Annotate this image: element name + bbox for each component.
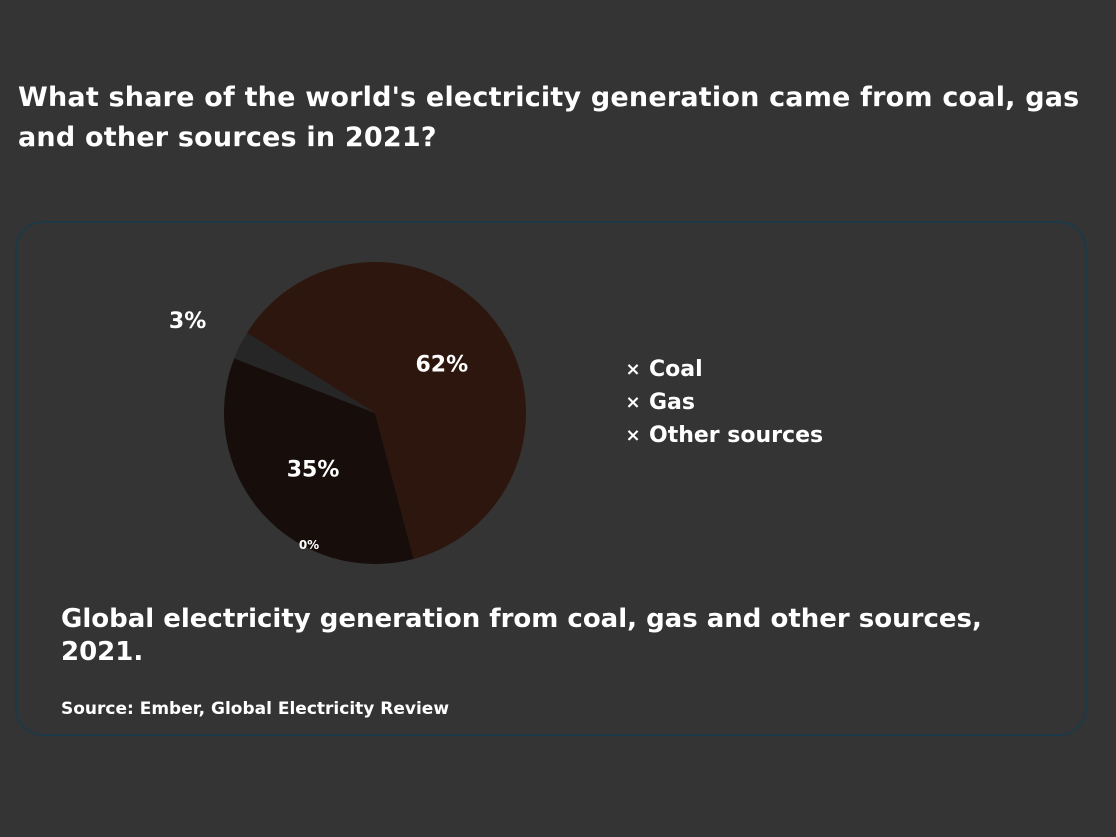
- pie-value-label-coal: 62%: [416, 353, 469, 378]
- chart-card: 62% 35% 3% 0% × Coal × Gas × Other sources …: [15, 221, 1087, 736]
- legend-label: Other sources: [649, 423, 824, 448]
- legend-item-gas: × Gas: [625, 386, 823, 419]
- legend-label: Coal: [649, 357, 703, 382]
- legend-marker-icon: ×: [625, 425, 641, 446]
- chart-caption: Global electricity generation from coal,…: [61, 604, 982, 667]
- legend-item-coal: × Coal: [625, 353, 823, 386]
- chart-source: Source: Ember, Global Electricity Review: [61, 699, 450, 719]
- question-text: What share of the world's electricity ge…: [18, 82, 1080, 153]
- legend-item-other: × Other sources: [625, 419, 823, 452]
- legend-marker-icon: ×: [625, 392, 641, 413]
- legend-marker-icon: ×: [625, 359, 641, 380]
- pie-value-label-gas: 35%: [287, 457, 340, 482]
- pie-value-label-other-sources: 3%: [169, 309, 206, 334]
- pie-zero-label: 0%: [299, 538, 319, 552]
- chart-legend: × Coal × Gas × Other sources: [625, 353, 823, 452]
- legend-label: Gas: [649, 390, 695, 415]
